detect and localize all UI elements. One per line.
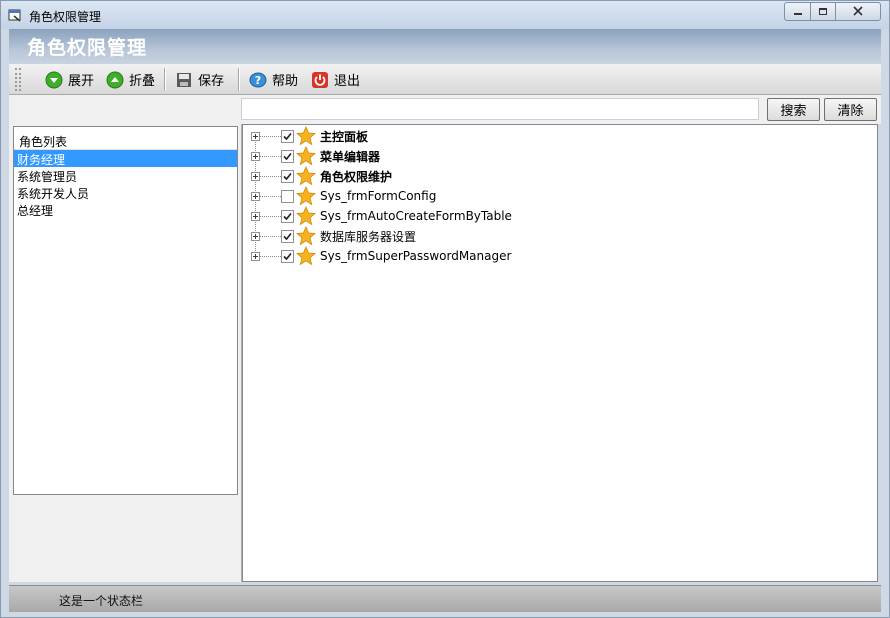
title-bar[interactable]: 角色权限管理 [1, 1, 889, 29]
tree-node[interactable]: Sys_frmSuperPasswordManager [251, 245, 512, 266]
save-button[interactable]: 保存 [175, 68, 224, 91]
expand-plus-icon[interactable] [251, 131, 260, 141]
tree-node[interactable]: 主控面板 [251, 125, 369, 146]
node-checkbox[interactable] [281, 209, 294, 223]
tree-node[interactable]: 角色权限维护 [251, 165, 393, 186]
tree-connector [260, 215, 281, 217]
maximize-icon [818, 5, 828, 19]
status-bar: 这是一个状态栏 [9, 585, 881, 612]
node-checkbox[interactable] [281, 189, 294, 203]
role-list[interactable]: 角色列表 财务经理 系统管理员 系统开发人员 总经理 [13, 126, 238, 495]
svg-text:?: ? [255, 74, 261, 87]
star-icon [295, 185, 317, 206]
power-icon [311, 71, 329, 89]
role-item-general-manager[interactable]: 总经理 [14, 201, 237, 218]
role-list-header: 角色列表 [14, 127, 237, 150]
node-label: 角色权限维护 [320, 169, 393, 184]
star-icon [295, 165, 317, 186]
expand-plus-icon[interactable] [251, 251, 260, 261]
node-checkbox[interactable] [281, 229, 294, 243]
tree-connector [260, 175, 281, 177]
node-label: 数据库服务器设置 [320, 229, 417, 244]
close-icon [852, 5, 864, 19]
toolbar-grip[interactable] [15, 68, 21, 91]
help-question-icon: ? [249, 71, 267, 89]
node-checkbox[interactable] [281, 149, 294, 163]
role-item-finance-manager[interactable]: 财务经理 [14, 150, 237, 167]
tree-connector [260, 135, 281, 137]
role-item-system-admin[interactable]: 系统管理员 [14, 167, 237, 184]
exit-button[interactable]: 退出 [311, 68, 360, 91]
expand-plus-icon[interactable] [251, 151, 260, 161]
star-icon [295, 125, 317, 146]
node-label: 主控面板 [320, 129, 369, 144]
help-label: 帮助 [272, 74, 299, 89]
clear-button[interactable]: 清除 [824, 98, 877, 121]
node-checkbox[interactable] [281, 169, 294, 183]
expand-label: 展开 [68, 74, 95, 89]
star-icon [295, 225, 317, 246]
expand-button[interactable]: 展开 [45, 68, 94, 91]
node-checkbox[interactable] [281, 249, 294, 263]
close-button[interactable] [835, 2, 881, 21]
tree-connector [260, 255, 281, 257]
status-text: 这是一个状态栏 [59, 594, 144, 608]
node-checkbox[interactable] [281, 129, 294, 143]
search-bar: 搜索 清除 [9, 95, 881, 124]
tree-node[interactable]: Sys_frmFormConfig [251, 185, 437, 206]
toolbar-separator [164, 68, 166, 91]
expand-plus-icon[interactable] [251, 211, 260, 221]
tree-connector [260, 235, 281, 237]
node-label: Sys_frmAutoCreateFormByTable [320, 209, 512, 223]
toolbar: 展开 折叠 保存 ? 帮助 退出 [9, 64, 881, 95]
exit-label: 退出 [334, 74, 361, 89]
app-icon [8, 8, 22, 22]
window-title: 角色权限管理 [29, 10, 102, 24]
tree-connector [260, 155, 281, 157]
search-button[interactable]: 搜索 [767, 98, 820, 121]
star-icon [295, 245, 317, 266]
permission-tree[interactable]: 主控面板 菜单编辑器 角色权限维护 Sys_frmFormConfig Sys_… [242, 124, 878, 582]
header-banner: 角色权限管理 [9, 29, 881, 64]
collapse-up-icon [106, 71, 124, 89]
collapse-button[interactable]: 折叠 [106, 68, 155, 91]
save-disk-icon [175, 71, 193, 89]
minimize-button[interactable] [784, 2, 811, 21]
star-icon [295, 145, 317, 166]
minimize-icon [793, 5, 803, 19]
expand-down-icon [45, 71, 63, 89]
tree-connector [260, 195, 281, 197]
role-panel: 角色列表 财务经理 系统管理员 系统开发人员 总经理 [9, 124, 241, 582]
expand-plus-icon[interactable] [251, 231, 260, 241]
collapse-label: 折叠 [129, 74, 156, 89]
toolbar-separator [238, 68, 240, 91]
tree-node[interactable]: 菜单编辑器 [251, 145, 381, 166]
expand-plus-icon[interactable] [251, 191, 260, 201]
tree-node[interactable]: Sys_frmAutoCreateFormByTable [251, 205, 512, 226]
help-button[interactable]: ? 帮助 [249, 68, 298, 91]
save-label: 保存 [198, 74, 225, 89]
star-icon [295, 205, 317, 226]
maximize-button[interactable] [810, 2, 836, 21]
node-label: Sys_frmFormConfig [320, 189, 437, 203]
expand-plus-icon[interactable] [251, 171, 260, 181]
main-window: 角色权限管理 角色权限管理 展开 折叠 保存 ? 帮助 退出 搜索 清除 角色列… [0, 0, 890, 618]
tree-node[interactable]: 数据库服务器设置 [251, 225, 417, 246]
search-input[interactable] [241, 98, 759, 120]
node-label: Sys_frmSuperPasswordManager [320, 249, 512, 263]
node-label: 菜单编辑器 [320, 149, 381, 164]
page-title: 角色权限管理 [27, 37, 148, 59]
role-item-system-developer[interactable]: 系统开发人员 [14, 184, 237, 201]
